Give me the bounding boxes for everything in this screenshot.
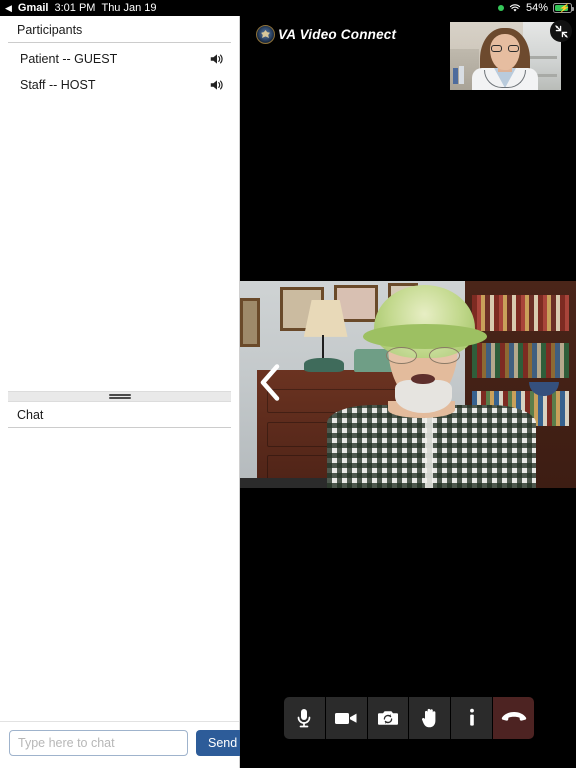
status-bar-app-name[interactable]: Gmail [18, 2, 49, 14]
battery-charging-icon: ⚡ [553, 3, 574, 13]
remote-participant-video[interactable] [240, 281, 576, 488]
camera-flip-icon [378, 711, 399, 725]
chevron-left-icon[interactable] [258, 362, 282, 407]
status-bar: ◀ Gmail 3:01 PM Thu Jan 19 54% ⚡ [0, 0, 576, 16]
status-bar-time: 3:01 PM [54, 2, 96, 14]
hang-up-icon [501, 712, 526, 721]
remote-picture-frame [240, 297, 261, 348]
remote-eyeglasses [386, 347, 461, 364]
participants-title: Participants [8, 16, 231, 43]
chat-input-row: Send [0, 721, 250, 768]
self-view-binder [459, 66, 464, 84]
brand-bar: VA Video Connect [240, 16, 576, 52]
call-controls-bar [284, 697, 534, 739]
hand-icon [421, 708, 436, 728]
remote-books-row [471, 343, 570, 379]
list-item[interactable]: Patient -- GUEST [0, 46, 239, 72]
speaker-icon[interactable] [209, 52, 225, 66]
video-camera-icon [335, 713, 357, 724]
collapse-arrows-icon[interactable] [550, 20, 572, 42]
green-dot-icon [497, 5, 504, 11]
wifi-icon [509, 4, 521, 12]
end-call-button[interactable] [493, 697, 534, 739]
speaker-icon[interactable] [209, 78, 225, 92]
self-view-binder [453, 68, 458, 84]
participant-label: Patient -- GUEST [20, 52, 118, 66]
sidebar-panel: Participants Patient -- GUEST Staff -- H… [0, 16, 250, 768]
list-item[interactable]: Staff -- HOST [0, 72, 239, 98]
info-button[interactable] [451, 697, 494, 739]
va-seal-icon [256, 24, 275, 44]
status-bar-date: Thu Jan 19 [101, 2, 157, 14]
remote-shirt-placket [424, 409, 434, 488]
status-bar-right: 54% ⚡ [497, 2, 576, 14]
self-view-shelf-line [527, 56, 557, 59]
chat-title: Chat [8, 402, 231, 428]
camera-button[interactable] [325, 697, 368, 739]
back-arrow-icon[interactable]: ◀ [5, 3, 12, 13]
participant-label: Staff -- HOST [20, 78, 96, 92]
raise-hand-button[interactable] [409, 697, 452, 739]
microphone-icon [298, 709, 311, 728]
status-bar-left: ◀ Gmail 3:01 PM Thu Jan 19 [0, 2, 157, 14]
video-stage: VA Video Connect [240, 16, 576, 768]
panel-resize-handle[interactable] [8, 391, 231, 402]
info-icon [469, 708, 474, 726]
remote-books-row [471, 295, 570, 331]
chat-input[interactable] [9, 730, 188, 756]
microphone-button[interactable] [284, 697, 326, 739]
participants-spacer [0, 98, 239, 391]
participants-list: Patient -- GUEST Staff -- HOST [0, 43, 239, 98]
chat-messages-area [0, 428, 239, 721]
battery-percent-label: 54% [525, 2, 548, 14]
remote-lamp-base [303, 357, 345, 373]
app-title: VA Video Connect [278, 26, 397, 42]
grip-icon [108, 393, 131, 400]
switch-camera-button[interactable] [367, 697, 410, 739]
